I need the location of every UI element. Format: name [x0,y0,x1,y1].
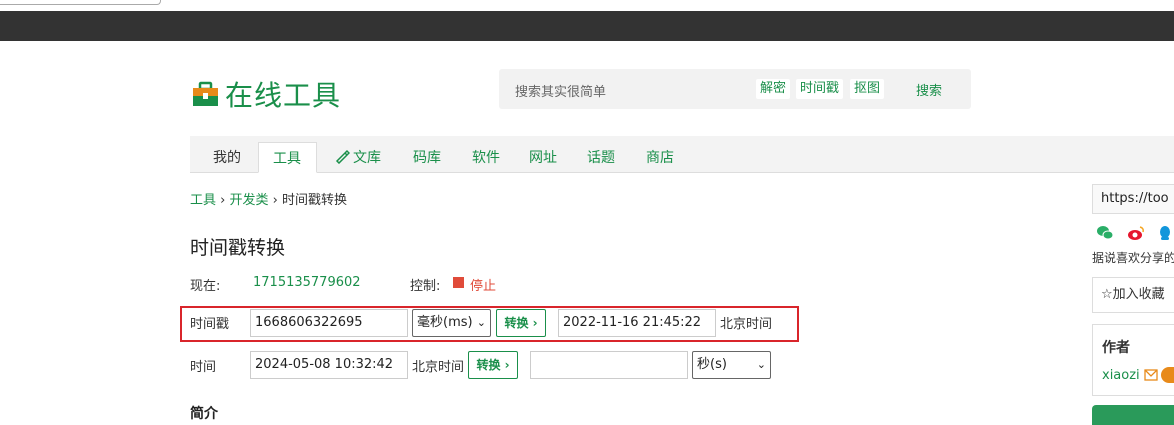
timestamp-convert-button[interactable]: 转换 › [496,309,546,337]
pen-icon [334,148,351,168]
breadcrumb-dev[interactable]: 开发类 [230,193,269,208]
nav-item-tools-label: 工具 [273,151,301,167]
site-title: 在线工具 [225,79,342,112]
timestamp-label: 时间戳 [190,317,230,332]
time-convert-button[interactable]: 转换 › [468,351,518,379]
intro-heading: 简介 [190,406,218,422]
breadcrumb-sep: › [220,193,226,208]
timestamp-result-output[interactable]: 2022-11-16 21:45:22 [558,309,716,337]
author-heading: 作者 [1102,340,1130,356]
toolbox-icon [192,81,219,108]
time-label: 时间 [190,360,217,375]
main-nav: 我的 工具 文库 码库 软件 网址 话题 商店 [190,136,1174,173]
nav-item-urls[interactable]: 网址 [529,147,557,167]
weibo-icon[interactable] [1127,225,1144,241]
share-hint-text: 据说喜欢分享的 [1092,251,1174,265]
timestamp-unit-value: 毫秒(ms) [417,315,473,330]
nav-item-code[interactable]: 码库 [413,147,441,167]
breadcrumb-sep: › [272,193,278,208]
time-unit-select[interactable]: 秒(s) ⌄ [692,351,771,379]
now-timestamp: 1715135779602 [253,275,361,290]
timestamp-unit-select[interactable]: 毫秒(ms) ⌄ [412,309,491,337]
nav-item-library[interactable]: 文库 [353,147,381,167]
author-name-link[interactable]: xiaozi [1102,368,1140,383]
share-url-field[interactable]: https://too [1092,184,1174,214]
search-tag-decrypt[interactable]: 解密 [756,79,791,99]
time-unit-value: 秒(s) [697,357,727,372]
search-button[interactable]: 搜索 [916,80,942,99]
breadcrumb-current: 时间戳转换 [282,193,348,208]
now-label: 现在: [190,279,221,294]
stop-button[interactable]: 停止 [470,275,496,294]
search-box: 搜索其实很简单 解密 时间戳 抠图 搜索 [499,69,971,109]
search-tag-cutout[interactable]: 抠图 [850,79,885,99]
author-card: 作者 xiaozi [1092,324,1174,396]
nav-item-shop[interactable]: 商店 [646,147,674,167]
chevron-down-icon: ⌄ [756,358,766,371]
site-logo[interactable]: 在线工具 [192,74,341,114]
timestamp-input[interactable]: 1668606322695 [250,309,408,337]
nav-item-topics[interactable]: 话题 [587,147,615,167]
follow-badge[interactable] [1161,367,1174,383]
search-input[interactable]: 搜索其实很简单 [515,81,606,100]
stop-icon[interactable] [453,277,464,288]
qq-icon[interactable] [1157,225,1173,241]
page-title: 时间戳转换 [190,237,286,259]
browser-top-strip [0,0,1174,11]
time-timezone-label: 北京时间 [412,360,465,375]
chevron-down-icon: ⌄ [476,316,486,329]
site-top-bar [0,11,1174,41]
add-favorite-button[interactable]: ☆加入收藏 [1092,277,1174,313]
breadcrumb: 工具 › 开发类 › 时间戳转换 [190,189,347,208]
search-tag-timestamp[interactable]: 时间戳 [796,79,844,99]
nav-item-tools[interactable]: 工具 [258,142,317,173]
browser-tab-outline [0,0,161,5]
time-result-output[interactable] [530,351,688,379]
control-label: 控制: [410,279,441,294]
sidebar-green-panel [1092,405,1174,425]
mail-icon[interactable] [1144,369,1158,385]
nav-item-software[interactable]: 软件 [472,147,500,167]
nav-item-mine[interactable]: 我的 [213,147,241,167]
wechat-icon[interactable] [1096,225,1114,241]
timezone-label: 北京时间 [720,317,773,332]
breadcrumb-tools[interactable]: 工具 [190,193,216,208]
time-input[interactable]: 2024-05-08 10:32:42 [250,351,408,379]
